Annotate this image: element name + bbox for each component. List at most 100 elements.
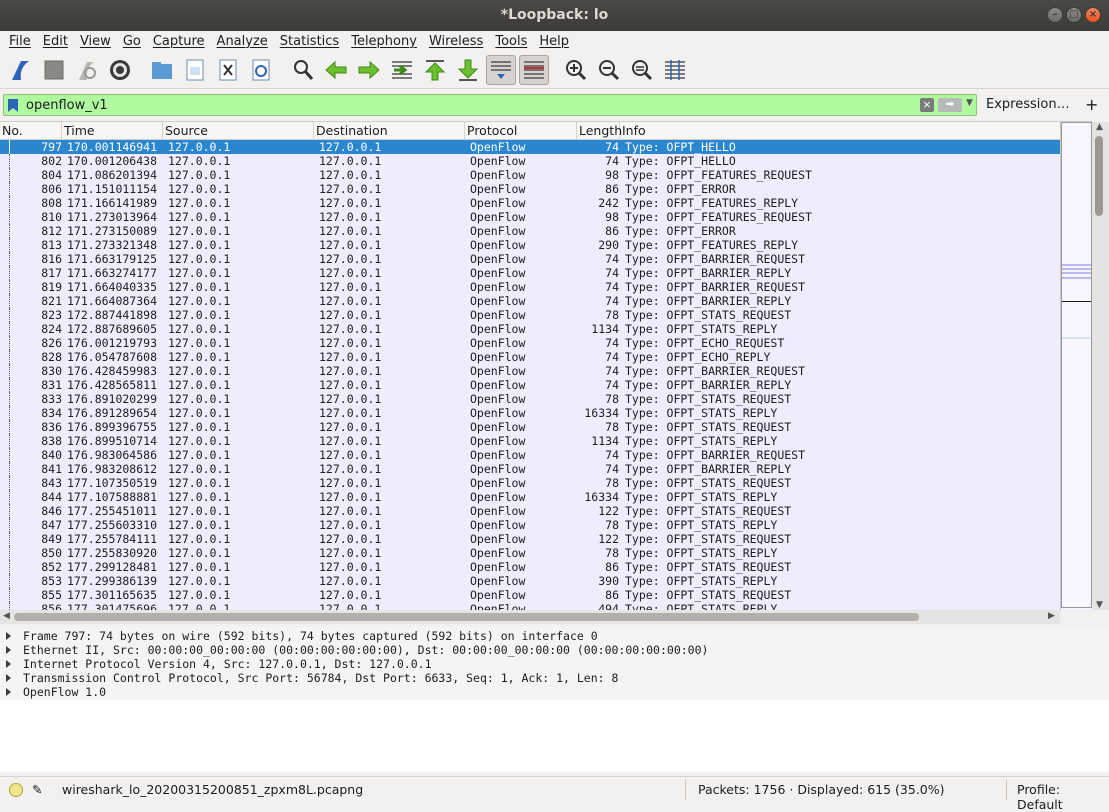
find-packet-icon[interactable]	[288, 55, 318, 85]
expert-info-icon[interactable]	[9, 783, 23, 797]
detail-ethernet[interactable]: Ethernet II, Src: 00:00:00_00:00:00 (00:…	[0, 643, 1109, 657]
packet-row[interactable]: 828 176.054787608 127.0.0.1 127.0.0.1 OpenFl…	[0, 350, 1092, 364]
apply-filter-icon[interactable]: ➡	[938, 98, 962, 112]
packet-bytes-pane[interactable]	[0, 700, 1109, 772]
detail-openflow[interactable]: OpenFlow 1.0	[0, 685, 1109, 699]
packet-row[interactable]: 855 177.301165635 127.0.0.1 127.0.0.1 OpenFl…	[0, 588, 1092, 602]
go-to-packet-icon[interactable]	[387, 55, 417, 85]
detail-ipv4[interactable]: Internet Protocol Version 4, Src: 127.0.…	[0, 657, 1109, 671]
menu-analyze[interactable]: Analyze	[211, 34, 274, 49]
packet-row[interactable]: 841 176.983208612 127.0.0.1 127.0.0.1 OpenFl…	[0, 462, 1092, 476]
restart-capture-icon[interactable]	[72, 55, 102, 85]
packet-row[interactable]: 833 176.891020299 127.0.0.1 127.0.0.1 OpenFl…	[0, 392, 1092, 406]
detail-frame[interactable]: Frame 797: 74 bytes on wire (592 bits), …	[0, 629, 1109, 643]
capture-options-icon[interactable]	[105, 55, 135, 85]
menu-tools[interactable]: Tools	[489, 34, 533, 49]
go-forward-icon[interactable]	[354, 55, 384, 85]
column-header-time[interactable]: Time	[62, 122, 163, 140]
packet-row[interactable]: 823 172.887441898 127.0.0.1 127.0.0.1 OpenFl…	[0, 308, 1092, 322]
expand-arrow-icon[interactable]	[6, 674, 11, 682]
menu-capture[interactable]: Capture	[147, 34, 211, 49]
menu-telephony[interactable]: Telephony	[345, 34, 423, 49]
packet-row[interactable]: 834 176.891289654 127.0.0.1 127.0.0.1 OpenFl…	[0, 406, 1092, 420]
expand-arrow-icon[interactable]	[6, 688, 11, 696]
save-file-icon[interactable]	[180, 55, 210, 85]
column-header-destination[interactable]: Destination	[314, 122, 465, 140]
colorize-icon[interactable]	[519, 54, 549, 85]
expand-arrow-icon[interactable]	[6, 646, 11, 654]
bookmark-icon[interactable]	[7, 98, 19, 113]
packet-row[interactable]: 849 177.255784111 127.0.0.1 127.0.0.1 OpenFl…	[0, 532, 1092, 546]
packet-minimap[interactable]	[1060, 122, 1092, 610]
vscroll-thumb[interactable]	[1095, 136, 1103, 216]
zoom-out-icon[interactable]	[594, 55, 624, 85]
column-header-no[interactable]: No.	[0, 122, 62, 140]
open-file-icon[interactable]	[147, 55, 177, 85]
packet-row[interactable]: 810 171.273013964 127.0.0.1 127.0.0.1 OpenFl…	[0, 210, 1092, 224]
autoscroll-icon[interactable]	[486, 54, 516, 85]
packet-row[interactable]: 852 177.299128481 127.0.0.1 127.0.0.1 OpenFl…	[0, 560, 1092, 574]
stop-capture-icon[interactable]	[39, 55, 69, 85]
packet-row[interactable]: 813 171.273321348 127.0.0.1 127.0.0.1 OpenFl…	[0, 238, 1092, 252]
packet-row[interactable]: 808 171.166141989 127.0.0.1 127.0.0.1 OpenFl…	[0, 196, 1092, 210]
maximize-icon[interactable]: □	[1066, 7, 1082, 23]
menu-view[interactable]: View	[74, 34, 117, 49]
packet-row[interactable]: 826 176.001219793 127.0.0.1 127.0.0.1 OpenFl…	[0, 336, 1092, 350]
menu-help[interactable]: Help	[533, 34, 575, 49]
column-header-length[interactable]: Length	[577, 122, 622, 140]
packet-row[interactable]: 797 170.001146941 127.0.0.1 127.0.0.1 OpenFl…	[0, 140, 1092, 154]
packet-row[interactable]: 850 177.255830920 127.0.0.1 127.0.0.1 OpenFl…	[0, 546, 1092, 560]
packet-row[interactable]: 846 177.255451011 127.0.0.1 127.0.0.1 OpenFl…	[0, 504, 1092, 518]
packet-row[interactable]: 853 177.299386139 127.0.0.1 127.0.0.1 OpenFl…	[0, 574, 1092, 588]
packet-row[interactable]: 824 172.887689605 127.0.0.1 127.0.0.1 OpenFl…	[0, 322, 1092, 336]
hscroll-thumb[interactable]	[14, 613, 919, 621]
packet-row[interactable]: 817 171.663274177 127.0.0.1 127.0.0.1 OpenFl…	[0, 266, 1092, 280]
packet-row[interactable]: 838 176.899510714 127.0.0.1 127.0.0.1 OpenFl…	[0, 434, 1092, 448]
detail-tcp[interactable]: Transmission Control Protocol, Src Port:…	[0, 671, 1109, 685]
reload-file-icon[interactable]	[246, 55, 276, 85]
clear-filter-icon[interactable]: ×	[920, 98, 934, 112]
packet-row[interactable]: 819 171.664040335 127.0.0.1 127.0.0.1 OpenFl…	[0, 280, 1092, 294]
packet-row[interactable]: 802 170.001206438 127.0.0.1 127.0.0.1 OpenFl…	[0, 154, 1092, 168]
packet-row[interactable]: 831 176.428565811 127.0.0.1 127.0.0.1 OpenFl…	[0, 378, 1092, 392]
zoom-normal-icon[interactable]	[627, 55, 657, 85]
packet-list-hscrollbar[interactable]: ◀ ▶	[0, 610, 1060, 624]
menu-file[interactable]: File	[3, 34, 37, 49]
scroll-right-icon[interactable]: ▶	[1048, 611, 1055, 621]
packet-row[interactable]: 806 171.151011154 127.0.0.1 127.0.0.1 OpenFl…	[0, 182, 1092, 196]
start-capture-icon[interactable]	[6, 55, 36, 85]
packet-list-vscrollbar[interactable]: ▲ ▼	[1092, 122, 1109, 610]
close-file-icon[interactable]	[213, 55, 243, 85]
expand-arrow-icon[interactable]	[6, 660, 11, 668]
go-first-packet-icon[interactable]	[420, 55, 450, 85]
minimize-icon[interactable]: –	[1047, 7, 1063, 23]
packet-row[interactable]: 836 176.899396755 127.0.0.1 127.0.0.1 OpenFl…	[0, 420, 1092, 434]
scroll-left-icon[interactable]: ◀	[3, 611, 10, 621]
add-filter-button[interactable]: +	[1085, 95, 1098, 114]
menu-wireless[interactable]: Wireless	[423, 34, 489, 49]
profile-label[interactable]: Profile: Default	[1017, 782, 1109, 812]
packet-row[interactable]: 830 176.428459983 127.0.0.1 127.0.0.1 OpenFl…	[0, 364, 1092, 378]
packet-row[interactable]: 847 177.255603310 127.0.0.1 127.0.0.1 OpenFl…	[0, 518, 1092, 532]
column-header-source[interactable]: Source	[163, 122, 314, 140]
capture-comment-icon[interactable]: ✎	[32, 782, 42, 797]
packet-row[interactable]: 843 177.107350519 127.0.0.1 127.0.0.1 OpenFl…	[0, 476, 1092, 490]
close-icon[interactable]: ×	[1085, 7, 1101, 23]
expand-arrow-icon[interactable]	[6, 632, 11, 640]
column-header-protocol[interactable]: Protocol	[465, 122, 577, 140]
display-filter-input[interactable]	[26, 96, 906, 114]
packet-row[interactable]: 816 171.663179125 127.0.0.1 127.0.0.1 OpenFl…	[0, 252, 1092, 266]
packet-list[interactable]: No. Time Source Destination Protocol Len…	[0, 121, 1092, 611]
zoom-in-icon[interactable]	[561, 55, 591, 85]
packet-row[interactable]: 844 177.107588881 127.0.0.1 127.0.0.1 OpenFl…	[0, 490, 1092, 504]
menu-go[interactable]: Go	[117, 34, 147, 49]
go-last-packet-icon[interactable]	[453, 55, 483, 85]
packet-row[interactable]: 821 171.664087364 127.0.0.1 127.0.0.1 OpenFl…	[0, 294, 1092, 308]
filter-history-dropdown-icon[interactable]: ▼	[966, 98, 973, 108]
packet-row[interactable]: 840 176.983064586 127.0.0.1 127.0.0.1 OpenFl…	[0, 448, 1092, 462]
scroll-up-icon[interactable]: ▲	[1096, 122, 1103, 132]
go-back-icon[interactable]	[321, 55, 351, 85]
resize-columns-icon[interactable]	[660, 55, 690, 85]
column-header-info[interactable]: Info	[620, 122, 1060, 140]
packet-row[interactable]: 804 171.086201394 127.0.0.1 127.0.0.1 OpenFl…	[0, 168, 1092, 182]
